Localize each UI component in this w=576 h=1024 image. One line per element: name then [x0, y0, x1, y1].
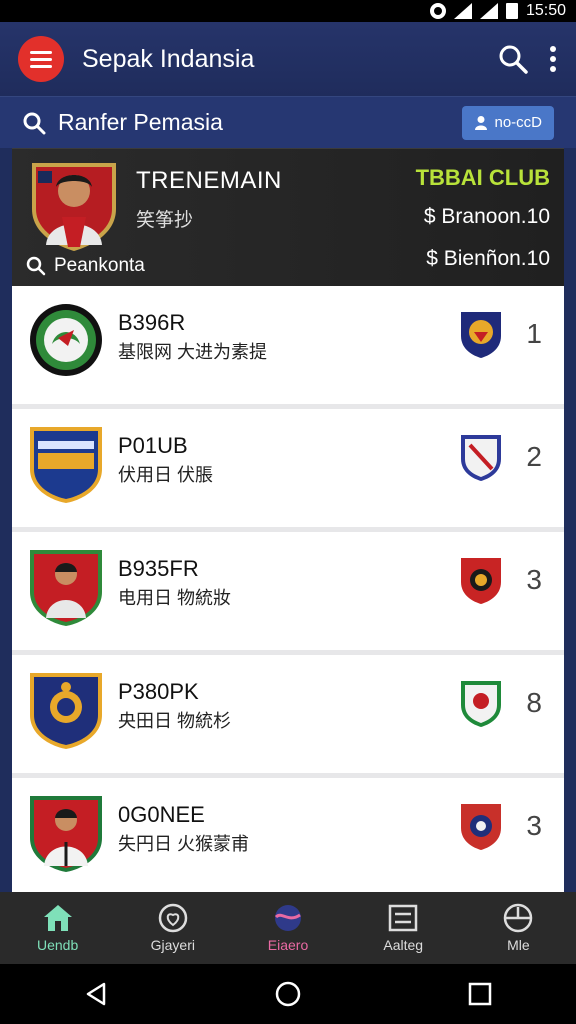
nav-item-profile[interactable]: Mle — [461, 892, 576, 964]
price-top: $ Branoon.10 — [423, 205, 550, 228]
search-icon — [499, 45, 528, 74]
player-code: P380PK — [118, 679, 199, 704]
search-label: Ranfer Pemasia — [58, 109, 223, 135]
app-title: Sepak Indansia — [82, 44, 255, 73]
nav-label: Gjayeri — [150, 937, 195, 953]
club-crest-icon — [30, 427, 102, 503]
nav-item-home[interactable]: Uendb — [0, 892, 115, 964]
rank-number: 2 — [526, 441, 542, 472]
person-icon — [475, 115, 488, 130]
player-desc: 基限网 大进为素提 — [118, 342, 268, 362]
player-code: P01UB — [118, 433, 188, 458]
signal-icon — [453, 3, 472, 19]
back-icon[interactable] — [82, 980, 110, 1008]
featured-search[interactable]: Peankonta — [26, 255, 145, 277]
featured-search-label: Peankonta — [54, 255, 145, 276]
player-desc: 电用日 物統妝 — [118, 588, 232, 608]
list-item[interactable]: 0G0NEE 失円日 火猴蒙甫 3 — [12, 778, 564, 892]
player-code: B396R — [118, 310, 186, 335]
team-badge-icon — [461, 558, 501, 604]
rank-number: 3 — [526, 810, 542, 841]
menu-icon-line — [30, 64, 52, 68]
account-chip[interactable]: no-ccD — [462, 105, 554, 140]
club-crest-icon — [30, 673, 102, 749]
menu-icon-line — [30, 50, 52, 54]
list-item[interactable]: P380PK 央田日 物統杉 8 — [12, 655, 564, 773]
nav-label: Aalteg — [383, 937, 424, 953]
search-icon — [23, 112, 46, 134]
player-crest-icon — [30, 796, 102, 872]
search-icon — [26, 256, 46, 276]
player-name: TRENEMAIN — [136, 167, 282, 194]
account-chip-label: no-ccD — [494, 114, 542, 131]
nav-label: Eiaero — [267, 937, 309, 953]
heart-icon — [158, 903, 188, 933]
player-crest-icon — [32, 163, 116, 251]
rank-number: 8 — [526, 687, 542, 718]
team-badge-icon — [461, 681, 501, 727]
list-item[interactable]: P01UB 伏用日 伏脹 2 — [12, 409, 564, 527]
status-bar: 15:50 — [0, 0, 576, 22]
player-desc: 伏用日 伏脹 — [118, 465, 214, 485]
search-row[interactable]: Ranfer Pemasia no-ccD — [0, 96, 576, 148]
wave-icon — [274, 905, 301, 931]
compass-icon — [504, 903, 533, 933]
nav-item-favorites[interactable]: Gjayeri — [115, 892, 230, 964]
nav-item-list[interactable]: Aalteg — [346, 892, 461, 964]
price-bottom: $ Bienñon.10 — [426, 247, 550, 270]
rank-number: 3 — [526, 564, 542, 595]
nav-label: Mle — [507, 937, 530, 953]
team-badge-icon — [461, 435, 501, 481]
wifi-icon — [479, 3, 498, 19]
rank-number: 1 — [526, 318, 542, 349]
player-desc: 央田日 物統杉 — [118, 711, 232, 731]
player-desc: 失円日 火猴蒙甫 — [118, 834, 250, 854]
recents-icon[interactable] — [466, 980, 494, 1008]
nav-item-feed[interactable]: Eiaero — [230, 892, 345, 964]
home-icon — [43, 905, 72, 931]
team-badge-icon — [461, 804, 501, 850]
menu-icon-line — [30, 57, 52, 61]
more-vert-icon — [550, 46, 556, 72]
nav-label: Uendb — [36, 937, 79, 953]
status-time: 15:50 — [525, 2, 566, 19]
overflow-menu-button[interactable] — [548, 45, 558, 73]
home-button-icon[interactable] — [274, 980, 302, 1008]
app-bar: Sepak Indansia — [0, 22, 576, 96]
player-code: B935FR — [118, 556, 199, 581]
menu-button[interactable] — [18, 36, 64, 82]
list-item[interactable]: B935FR 电用日 物統妝 3 — [12, 532, 564, 650]
player-list: B396R 基限网 大进为素提 1 P01UB 伏用日 伏脹 2 B935FR … — [12, 286, 564, 892]
bottom-navigation: Uendb Gjayeri Eiaero Aalteg Mle — [0, 892, 576, 964]
team-badge-icon — [461, 312, 501, 358]
search-button[interactable] — [498, 44, 528, 74]
battery-icon — [505, 3, 518, 19]
player-code: 0G0NEE — [118, 802, 205, 827]
club-crest-icon — [30, 304, 102, 376]
system-navigation-bar — [0, 964, 576, 1024]
featured-player-card[interactable]: TRENEMAIN 笑筝抄 TBBAI CLUB $ Branoon.10 $ … — [12, 148, 564, 286]
player-crest-icon — [30, 550, 102, 626]
player-subtitle: 笑筝抄 — [136, 210, 194, 231]
list-icon — [388, 904, 418, 932]
sync-icon — [429, 3, 446, 19]
list-item[interactable]: B396R 基限网 大进为素提 1 — [12, 286, 564, 404]
team-club-label: TBBAI CLUB — [415, 165, 550, 190]
